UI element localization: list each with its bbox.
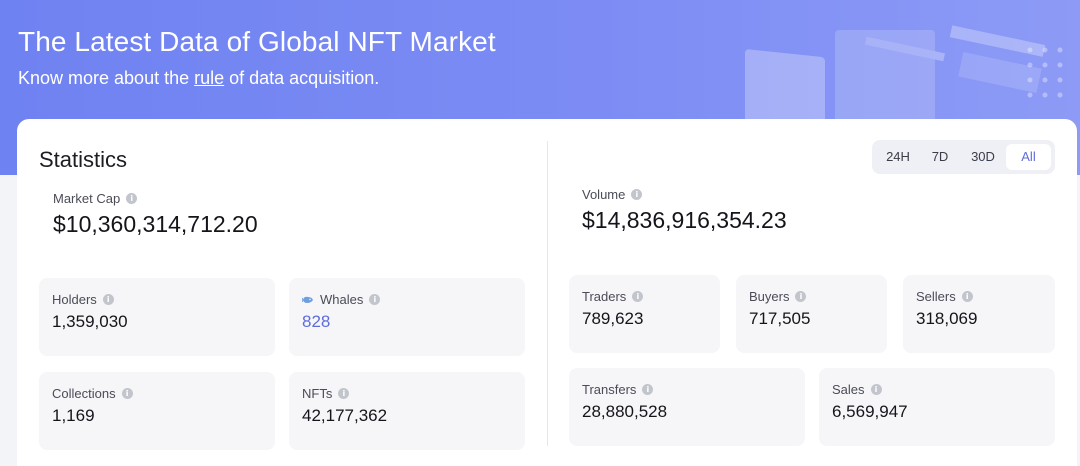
traders-value: 789,623 [582,309,644,328]
period-tabs: 24H 7D 30D All [872,140,1055,174]
whales-label: Whales [320,291,364,307]
nfts-label: NFTs [302,385,333,401]
transfers-label: Transfers [582,381,637,397]
whales-value[interactable]: 828 [302,312,512,332]
whale-icon [302,296,313,303]
info-icon[interactable]: i [961,290,973,302]
subtitle-text-after: of data acquisition. [224,68,380,88]
sales-tile: Sales i 6,569,947 [819,368,1055,446]
volume-stat: Volume i $14,836,916,354.23 [582,185,787,234]
tab-7d[interactable]: 7D [920,144,960,170]
info-icon[interactable]: i [121,387,133,399]
sellers-tile: Sellers i 318,069 [903,275,1055,353]
statistics-title: Statistics [39,147,128,172]
tab-all[interactable]: All [1006,144,1051,170]
volume-value: $14,836,916,354.23 [582,207,787,233]
nfts-tile: NFTs i 42,177,362 [289,372,525,450]
sales-value: 6,569,947 [832,402,908,421]
holders-tile: Holders i 1,359,030 [39,278,275,356]
info-icon[interactable]: i [369,293,381,305]
buyers-value: 717,505 [749,309,811,328]
info-icon[interactable]: i [338,387,350,399]
info-icon[interactable]: i [642,383,654,395]
collections-value: 1,169 [52,406,95,425]
info-icon[interactable]: i [870,383,882,395]
sellers-label: Sellers [916,288,956,304]
traders-tile: Traders i 789,623 [569,275,720,353]
info-icon[interactable]: i [102,293,114,305]
info-icon[interactable]: i [795,290,807,302]
section-divider [547,141,548,446]
subtitle-text-before: Know more about the [18,68,195,88]
market-cap-value: $10,360,314,712.20 [53,211,258,237]
info-icon[interactable]: i [632,290,644,302]
holders-label: Holders [52,291,97,307]
nfts-value: 42,177,362 [302,406,388,425]
market-cap-label: Market Cap [53,190,121,206]
statistics-card: Statistics Market Cap i $10,360,314,712.… [17,119,1077,466]
info-icon[interactable]: i [631,188,643,200]
market-cap-stat: Market Cap i $10,360,314,712.20 [53,189,258,238]
whales-tile: Whales i 828 [289,278,525,356]
tab-30d[interactable]: 30D [960,144,1006,170]
tab-24h[interactable]: 24H [876,144,920,170]
volume-label: Volume [582,186,626,202]
transfers-value: 28,880,528 [582,402,668,421]
transfers-tile: Transfers i 28,880,528 [569,368,805,446]
sellers-value: 318,069 [916,309,978,328]
collections-label: Collections [52,385,116,401]
buyers-label: Buyers [749,288,790,304]
rule-link[interactable]: rule [194,68,224,88]
collections-tile: Collections i 1,169 [39,372,275,450]
info-icon[interactable]: i [126,192,138,204]
traders-label: Traders [582,288,627,304]
hero-subtitle: Know more about the rule of data acquisi… [18,68,379,89]
page-title: The Latest Data of Global NFT Market [18,26,496,57]
sales-label: Sales [832,381,865,397]
holders-value: 1,359,030 [52,312,128,331]
buyers-tile: Buyers i 717,505 [736,275,887,353]
